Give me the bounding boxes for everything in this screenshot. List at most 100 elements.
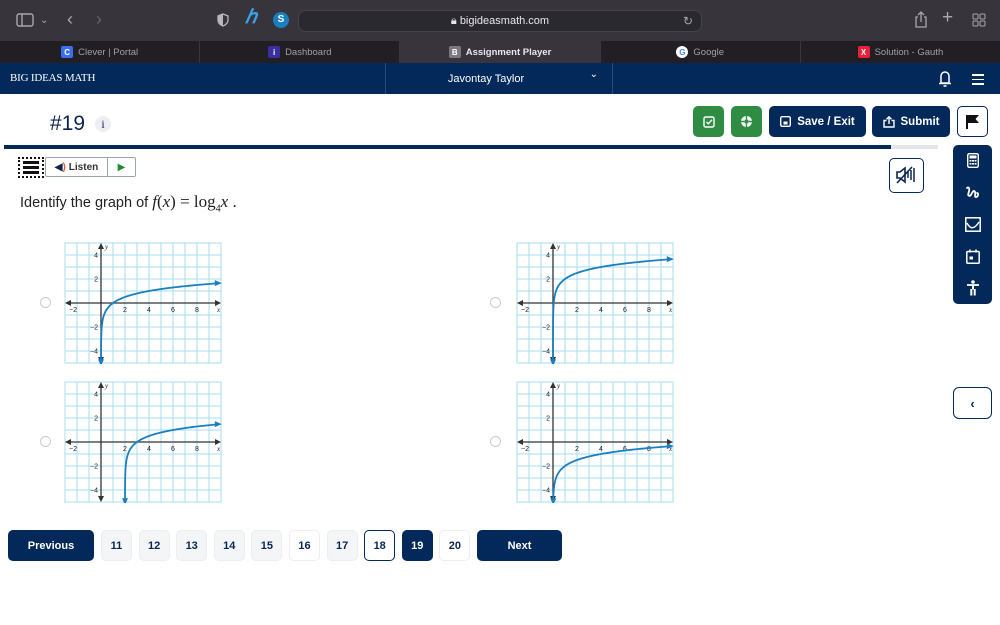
address-bar[interactable]: 🔒︎ bigideasmath.com ↻ xyxy=(298,10,702,32)
calendar-button[interactable] xyxy=(953,244,992,268)
honey-extension-icon[interactable]: ℎ xyxy=(245,8,257,27)
tab-label: Dashboard xyxy=(285,46,332,58)
tab-dashboard[interactable]: i Dashboard xyxy=(200,41,401,63)
page-button-19[interactable]: 19 xyxy=(401,530,433,561)
y-tick-label: 4 xyxy=(546,253,550,260)
accessibility-icon xyxy=(966,280,979,296)
x-tick-label: 8 xyxy=(647,307,651,314)
y-tick-label: 2 xyxy=(546,277,550,284)
speaker-muted-icon xyxy=(896,166,915,184)
back-icon[interactable]: ‹ xyxy=(67,10,73,28)
tab-clever[interactable]: C Clever | Portal xyxy=(0,41,201,63)
graph-option-d: −2 2 4 6 842−2−4xy xyxy=(516,381,674,503)
y-tick-label: 2 xyxy=(94,277,98,284)
x-tick-label: 8 xyxy=(195,446,199,453)
page-button-13[interactable]: 13 xyxy=(176,530,208,561)
bell-icon[interactable] xyxy=(938,70,952,88)
check-answer-button[interactable] xyxy=(693,106,724,137)
sidebar-toggle-icon[interactable] xyxy=(16,13,34,27)
question-progress-bar xyxy=(4,145,938,149)
radio-button[interactable] xyxy=(40,297,51,308)
x-tick-label: 6 xyxy=(171,307,175,314)
previous-button[interactable]: Previous xyxy=(8,530,94,561)
scratchpad-button[interactable] xyxy=(953,180,992,204)
user-name: Javontay Taylor xyxy=(447,73,525,85)
submit-button[interactable]: Submit xyxy=(872,106,950,137)
calculator-button[interactable] xyxy=(953,148,992,172)
extension-s-icon[interactable]: S xyxy=(273,12,289,28)
submit-label: Submit xyxy=(900,115,940,128)
prompt-math: f(x) = log4x . xyxy=(152,192,237,215)
y-tick-label: −4 xyxy=(90,488,98,495)
page-button-14[interactable]: 14 xyxy=(213,530,245,561)
x-tick-label: 4 xyxy=(147,307,151,314)
radio-button[interactable] xyxy=(490,297,501,308)
x-tick-label: −2 xyxy=(521,307,529,314)
help-button[interactable] xyxy=(731,106,762,137)
speaker-icon: ◀) xyxy=(54,161,66,173)
chevron-down-icon: ⌄ xyxy=(589,69,598,80)
play-button[interactable]: ▶ xyxy=(108,158,135,176)
forward-icon[interactable]: › xyxy=(96,10,102,28)
tab-overview-icon[interactable] xyxy=(972,13,986,27)
tab-gauth[interactable]: X Solution - Gauth xyxy=(801,41,1000,63)
tab-google[interactable]: G Google xyxy=(601,41,801,63)
listen-button[interactable]: ◀) Listen xyxy=(46,158,108,176)
play-icon: ▶ xyxy=(117,161,126,173)
flag-icon xyxy=(966,115,979,129)
y-tick-label: −4 xyxy=(90,349,98,356)
next-button[interactable]: Next xyxy=(477,530,562,561)
x-tick-label: 4 xyxy=(599,446,603,453)
y-tick-label: 4 xyxy=(546,392,550,399)
shield-icon[interactable] xyxy=(217,13,229,27)
flag-button[interactable] xyxy=(957,106,988,137)
mute-audio-button[interactable] xyxy=(889,158,924,193)
x-tick-label: 2 xyxy=(575,446,579,453)
share-icon[interactable] xyxy=(914,11,928,28)
checkbox-icon xyxy=(702,115,715,128)
page-button-11[interactable]: 11 xyxy=(101,530,132,561)
graph-icon xyxy=(964,216,981,232)
page-button-18[interactable]: 18 xyxy=(364,530,396,561)
x-tick-label: 2 xyxy=(575,307,579,314)
y-tick-label: −2 xyxy=(542,325,550,332)
x-tick-label: 4 xyxy=(599,307,603,314)
browser-toolbar: ⌄ ‹ › ℎ S 🔒︎ bigideasmath.com ↻ + xyxy=(0,0,1000,41)
x-tick-label: −2 xyxy=(69,446,77,453)
page-button-15[interactable]: 15 xyxy=(251,530,283,561)
accessibility-button[interactable] xyxy=(953,276,992,300)
chevron-down-icon[interactable]: ⌄ xyxy=(40,13,48,29)
listen-control: ◀) Listen ▶ xyxy=(45,157,136,177)
info-icon[interactable]: i xyxy=(95,116,111,132)
new-tab-icon[interactable]: + xyxy=(942,8,953,27)
x-tick-label: 8 xyxy=(195,307,199,314)
x-tick-label: 2 xyxy=(123,446,127,453)
reader-menu-button[interactable] xyxy=(18,157,44,178)
collapse-panel-button[interactable]: ‹ xyxy=(953,387,992,419)
hamburger-menu-icon[interactable] xyxy=(972,74,984,88)
save-exit-label: Save / Exit xyxy=(797,115,855,128)
y-tick-label: 4 xyxy=(94,392,98,399)
y-tick-label: −2 xyxy=(542,464,550,471)
page-button-16[interactable]: 16 xyxy=(289,530,320,561)
dashboard-favicon-icon: i xyxy=(268,46,281,58)
x-tick-label: −2 xyxy=(521,446,529,453)
page-button-20[interactable]: 20 xyxy=(439,530,471,561)
tab-label: Assignment Player xyxy=(465,46,552,58)
brand-logo[interactable]: BIG IDEAS MATH xyxy=(10,72,95,84)
radio-button[interactable] xyxy=(490,436,501,447)
tab-assignment-player[interactable]: B Assignment Player xyxy=(400,41,601,63)
graphing-tool-button[interactable] xyxy=(953,212,992,236)
tab-label: Clever | Portal xyxy=(78,46,139,58)
upload-icon xyxy=(882,115,895,128)
reload-icon[interactable]: ↻ xyxy=(683,14,693,28)
calendar-icon xyxy=(965,249,980,264)
page-button-17[interactable]: 17 xyxy=(326,530,358,561)
user-menu[interactable]: Javontay Taylor ⌄ xyxy=(385,63,613,94)
x-tick-label: 6 xyxy=(623,307,627,314)
page-button-12[interactable]: 12 xyxy=(138,530,170,561)
radio-button[interactable] xyxy=(40,436,51,447)
y-tick-label: 4 xyxy=(94,253,98,260)
question-number: #19 xyxy=(50,112,86,135)
save-exit-button[interactable]: Save / Exit xyxy=(769,106,866,137)
